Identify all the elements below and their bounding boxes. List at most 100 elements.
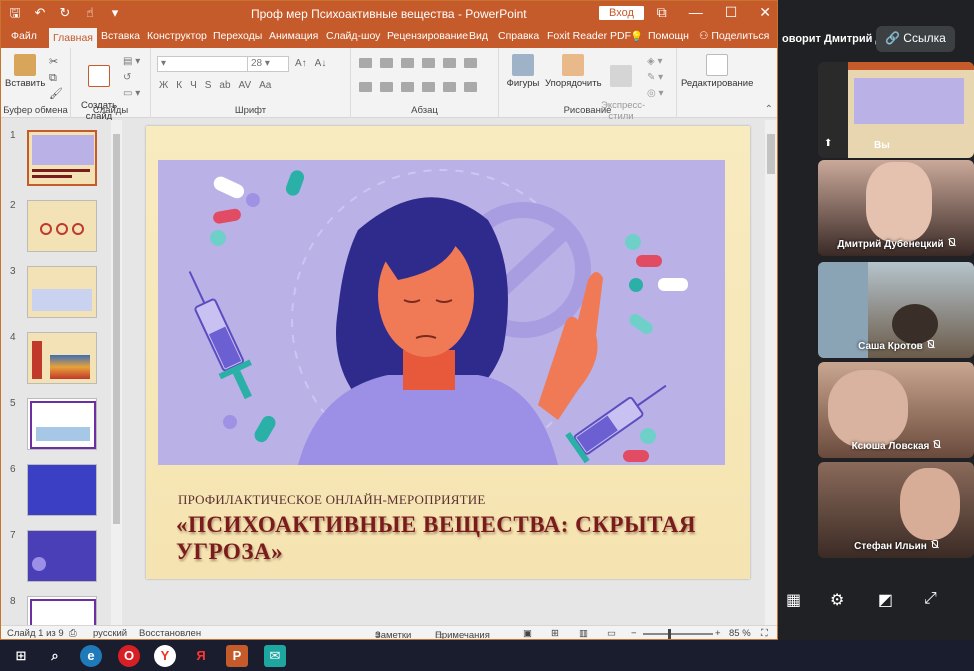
font-size-field[interactable]: 28 ▾ bbox=[247, 56, 289, 72]
editor-scrollbar[interactable] bbox=[765, 120, 777, 625]
powerpoint-taskbar-icon[interactable]: P bbox=[226, 645, 248, 667]
zoom-slider-handle[interactable] bbox=[668, 629, 671, 639]
maximize-icon[interactable]: ☐ bbox=[725, 4, 738, 21]
redo-icon[interactable]: ↻ bbox=[57, 5, 73, 21]
participant-tile[interactable]: Саша Кротов bbox=[818, 262, 974, 358]
lightbulb-icon[interactable]: 💡 bbox=[630, 30, 643, 43]
shapes-button[interactable]: Фигуры bbox=[505, 54, 541, 89]
paste-button[interactable]: Вставить bbox=[5, 54, 45, 89]
touch-mode-icon[interactable]: ☝ bbox=[82, 5, 98, 21]
reading-view-icon[interactable]: ▥ bbox=[579, 628, 588, 639]
copy-icon[interactable]: ⧉ bbox=[49, 70, 63, 86]
shape-outline-icon[interactable]: ✎ ▾ bbox=[647, 70, 664, 86]
ribbon-display-icon[interactable]: ⧉ bbox=[657, 4, 667, 21]
slide-sorter-icon[interactable]: ⊞ bbox=[551, 628, 559, 639]
tab-home[interactable]: Главная bbox=[49, 28, 97, 48]
italic-button[interactable]: К bbox=[176, 80, 182, 91]
cut-icon[interactable]: ✂ bbox=[49, 54, 63, 70]
tab-foxit[interactable]: Foxit Reader PDF bbox=[547, 30, 631, 42]
fullscreen-icon[interactable]: ⤢ bbox=[924, 590, 937, 608]
underline-button[interactable]: Ч bbox=[190, 80, 197, 91]
shape-fill-icon[interactable]: ◈ ▾ bbox=[647, 54, 664, 70]
line-spacing-icon[interactable] bbox=[443, 58, 456, 68]
pin-icon[interactable]: ⬆ bbox=[824, 138, 832, 149]
windows-start-icon[interactable]: ⊞ bbox=[10, 645, 32, 667]
screen-share-icon[interactable]: ◩ bbox=[878, 590, 893, 610]
tab-tell-me[interactable]: Помощн bbox=[648, 30, 689, 42]
tab-transitions[interactable]: Переходы bbox=[213, 30, 262, 42]
text-direction-icon[interactable] bbox=[464, 58, 477, 68]
tab-insert[interactable]: Вставка bbox=[101, 30, 140, 42]
search-icon[interactable]: ⌕ bbox=[44, 645, 66, 667]
smartart-icon[interactable] bbox=[464, 82, 477, 92]
undo-icon[interactable]: ↶ bbox=[32, 5, 48, 21]
scroll-thumb[interactable] bbox=[113, 134, 120, 524]
customize-qat-icon[interactable]: ▾ bbox=[107, 5, 123, 21]
thumbnail-slide-2[interactable] bbox=[27, 200, 97, 252]
share-button[interactable]: ⚇ Поделиться bbox=[699, 30, 769, 42]
layout-icon[interactable]: ▤ ▾ bbox=[123, 54, 140, 70]
zoom-slider[interactable] bbox=[643, 633, 713, 635]
shape-effects-icon[interactable]: ◎ ▾ bbox=[647, 86, 664, 102]
messenger-taskbar-icon[interactable]: ✉ bbox=[264, 645, 286, 667]
thumbnails-scrollbar[interactable] bbox=[111, 120, 122, 625]
thumbnail-slide-3[interactable] bbox=[27, 266, 97, 318]
yandex-browser-icon[interactable]: Y bbox=[154, 645, 176, 667]
scroll-thumb[interactable] bbox=[767, 134, 775, 174]
slide-title[interactable]: «ПСИХОАКТИВНЫЕ ВЕЩЕСТВА: СКРЫТАЯ УГРОЗА» bbox=[176, 511, 736, 565]
spellcheck-icon[interactable]: ⎙ bbox=[69, 628, 77, 639]
shadow-button[interactable]: S bbox=[205, 80, 212, 91]
bold-button[interactable]: Ж bbox=[159, 80, 168, 91]
tab-design[interactable]: Конструктор bbox=[147, 30, 207, 42]
font-name-field[interactable]: ▾ bbox=[157, 56, 249, 72]
section-icon[interactable]: ▭ ▾ bbox=[123, 86, 140, 102]
signin-button[interactable]: Вход bbox=[599, 6, 644, 20]
participant-tile[interactable]: Дмитрий Дубенецкий bbox=[818, 160, 974, 256]
thumbnail-slide-6[interactable] bbox=[27, 464, 97, 516]
participant-tile[interactable]: Ксюша Ловская bbox=[818, 362, 974, 458]
language-indicator[interactable]: русский bbox=[93, 628, 127, 639]
opera-icon[interactable]: O bbox=[118, 645, 140, 667]
tab-view[interactable]: Вид bbox=[469, 30, 488, 42]
tab-animations[interactable]: Анимация bbox=[269, 30, 318, 42]
align-right-icon[interactable] bbox=[401, 82, 414, 92]
normal-view-icon[interactable]: ▣ bbox=[523, 628, 532, 639]
thumbnail-slide-5[interactable] bbox=[27, 398, 97, 450]
thumbnail-slide-7[interactable] bbox=[27, 530, 97, 582]
numbering-icon[interactable] bbox=[380, 58, 393, 68]
arrange-button[interactable]: Упорядочить bbox=[545, 54, 602, 89]
align-left-icon[interactable] bbox=[359, 82, 372, 92]
tab-slideshow[interactable]: Слайд-шоу bbox=[326, 30, 380, 42]
reset-icon[interactable]: ↺ bbox=[123, 70, 140, 86]
thumbnail-slide-4[interactable] bbox=[27, 332, 97, 384]
thumbnail-slide-8[interactable] bbox=[27, 596, 97, 626]
justify-icon[interactable] bbox=[422, 82, 435, 92]
tab-help[interactable]: Справка bbox=[498, 30, 539, 42]
tab-review[interactable]: Рецензирование bbox=[387, 30, 468, 42]
columns-icon[interactable] bbox=[443, 82, 456, 92]
minimize-icon[interactable]: — bbox=[689, 4, 703, 21]
edge-icon[interactable]: e bbox=[80, 645, 102, 667]
zoom-in-button[interactable]: + bbox=[715, 628, 721, 639]
slide-subtitle[interactable]: ПРОФИЛАКТИЧЕСКОЕ ОНЛАЙН-МЕРОПРИЯТИЕ bbox=[178, 492, 486, 508]
align-center-icon[interactable] bbox=[380, 82, 393, 92]
shrink-font-icon[interactable]: A↓ bbox=[315, 58, 327, 69]
spacing-button[interactable]: AV bbox=[239, 80, 252, 91]
case-button[interactable]: Aa bbox=[259, 80, 271, 91]
editing-button[interactable]: Редактирование bbox=[681, 54, 753, 89]
tab-file[interactable]: Файл bbox=[11, 30, 37, 42]
save-icon[interactable]: 🖫 bbox=[7, 5, 23, 21]
indent-increase-icon[interactable] bbox=[422, 58, 435, 68]
zoom-level[interactable]: 85 % bbox=[729, 628, 751, 639]
close-icon[interactable]: ✕ bbox=[759, 4, 771, 21]
indent-decrease-icon[interactable] bbox=[401, 58, 414, 68]
settings-icon[interactable]: ⚙ bbox=[830, 590, 844, 610]
bullets-icon[interactable] bbox=[359, 58, 372, 68]
zoom-out-button[interactable]: − bbox=[631, 628, 637, 639]
yandex-icon[interactable]: Я bbox=[190, 645, 212, 667]
thumbnail-slide-1[interactable] bbox=[27, 130, 97, 186]
strikethrough-button[interactable]: ab bbox=[219, 80, 230, 91]
current-slide[interactable]: ПРОФИЛАКТИЧЕСКОЕ ОНЛАЙН-МЕРОПРИЯТИЕ «ПСИ… bbox=[146, 126, 750, 579]
grid-view-icon[interactable]: ▦ bbox=[786, 590, 801, 610]
grow-font-icon[interactable]: A↑ bbox=[295, 58, 307, 69]
